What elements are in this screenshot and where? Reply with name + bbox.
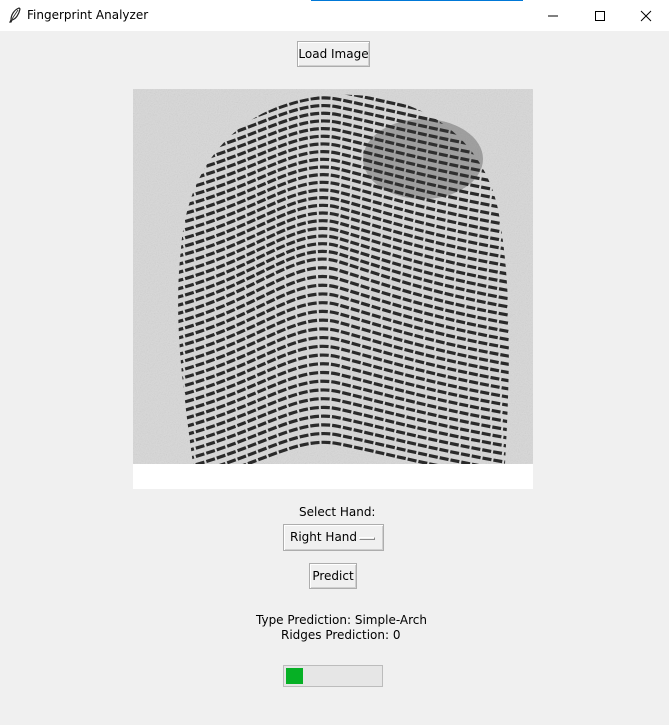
type-prediction-text: Type Prediction: Simple-Arch xyxy=(256,613,427,627)
close-icon xyxy=(640,10,652,21)
maximize-button[interactable] xyxy=(577,0,623,31)
accent-line xyxy=(311,0,475,1)
fingerprint-image xyxy=(133,89,533,464)
select-hand-label: Select Hand: xyxy=(299,505,376,519)
close-button[interactable] xyxy=(623,0,669,31)
maximize-icon xyxy=(595,10,605,21)
title-bar[interactable]: Fingerprint Analyzer xyxy=(0,0,669,31)
dropdown-indicator-icon xyxy=(359,537,375,540)
accent-line xyxy=(475,0,523,1)
hand-dropdown-value: Right Hand xyxy=(290,530,358,544)
progress-bar xyxy=(283,665,383,687)
minimize-button[interactable] xyxy=(530,0,576,31)
smudge-mark xyxy=(363,119,483,199)
image-display xyxy=(133,89,533,489)
load-image-button[interactable]: Load Image xyxy=(297,41,370,67)
progress-fill xyxy=(286,668,303,684)
ridges-prediction-text: Ridges Prediction: 0 xyxy=(281,628,401,642)
feather-icon xyxy=(9,7,21,23)
hand-dropdown[interactable]: Right Hand xyxy=(283,524,384,551)
minimize-icon xyxy=(548,15,558,16)
window-title: Fingerprint Analyzer xyxy=(27,8,149,22)
predict-button[interactable]: Predict xyxy=(309,563,357,589)
